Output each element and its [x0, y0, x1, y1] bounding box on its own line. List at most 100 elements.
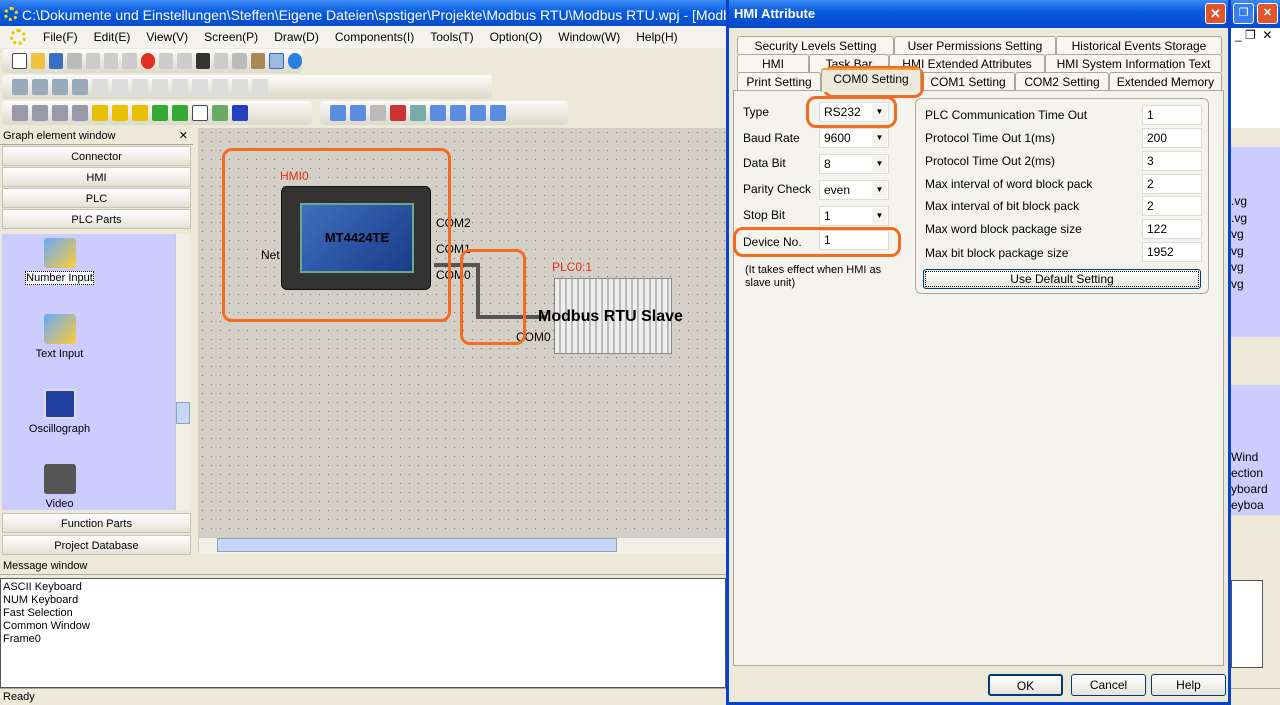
baud-rate-select[interactable]: 9600 ▼ [819, 128, 889, 148]
menu-components[interactable]: Components(I) [327, 30, 422, 44]
chevron-down-icon[interactable]: ▼ [872, 130, 887, 146]
align-right-icon[interactable] [32, 79, 48, 95]
help-button[interactable]: Help [1151, 674, 1226, 696]
menu-draw[interactable]: Draw(D) [266, 30, 327, 44]
cancel-button[interactable]: Cancel [1071, 674, 1146, 696]
part-number-input[interactable]: Number Input [2, 238, 117, 285]
file-item[interactable]: vg [1231, 276, 1280, 293]
align-bottom-icon[interactable] [72, 79, 88, 95]
menu-file[interactable]: File(F) [35, 30, 86, 44]
layout-icon[interactable] [92, 79, 108, 95]
page-icon[interactable] [212, 105, 228, 121]
menu-screen[interactable]: Screen(P) [196, 30, 266, 44]
stop-bit-select[interactable]: 1 ▼ [819, 206, 889, 226]
category-connector[interactable]: Connector [2, 146, 191, 166]
select-icon[interactable] [269, 53, 284, 69]
use-default-setting-button[interactable]: Use Default Setting [923, 269, 1201, 289]
tab-hmi[interactable]: HMI [737, 54, 809, 72]
screen-icon[interactable] [350, 105, 366, 121]
screen-icon[interactable] [330, 105, 346, 121]
list-item[interactable]: eyboa [1231, 497, 1280, 513]
tab-historical-events[interactable]: Historical Events Storage [1056, 36, 1222, 54]
find-icon[interactable] [195, 53, 210, 69]
save-icon[interactable] [48, 53, 64, 69]
menu-edit[interactable]: Edit(E) [86, 30, 139, 44]
menu-option[interactable]: Option(O) [482, 30, 551, 44]
layout-icon[interactable] [152, 79, 168, 95]
text-icon[interactable] [232, 105, 248, 121]
layout-icon[interactable] [212, 79, 228, 95]
open-icon[interactable] [30, 53, 45, 69]
tab-com1-setting[interactable]: COM1 Setting [921, 72, 1015, 90]
align-top-icon[interactable] [52, 79, 68, 95]
tab-print-setting[interactable]: Print Setting [737, 72, 821, 90]
part-text-input[interactable]: Text Input [2, 314, 117, 360]
tab-com0-setting[interactable]: COM0 Setting [821, 68, 921, 92]
component-icon[interactable] [32, 105, 48, 121]
category-project-database[interactable]: Project Database [2, 535, 191, 555]
image-icon[interactable] [152, 105, 168, 121]
delete-icon[interactable] [140, 53, 155, 69]
word-block-size-input[interactable]: 122 [1142, 219, 1202, 239]
parity-check-select[interactable]: even ▼ [819, 180, 889, 200]
duplicate-icon[interactable] [122, 53, 137, 69]
redo-icon[interactable] [158, 53, 174, 69]
part-oscillograph[interactable]: Oscillograph [2, 389, 117, 435]
parts-scrollbar[interactable] [175, 234, 190, 510]
download-icon[interactable] [390, 105, 406, 121]
protocol-timeout-1-input[interactable]: 200 [1142, 128, 1202, 148]
component-icon[interactable] [72, 105, 88, 121]
component-icon[interactable] [132, 105, 148, 121]
part-video[interactable]: Video [2, 464, 117, 510]
list-item[interactable]: ection [1231, 465, 1280, 481]
protocol-timeout-2-input[interactable]: 3 [1142, 151, 1202, 171]
dialog-close-button[interactable]: ✕ [1205, 3, 1226, 24]
design-canvas[interactable]: MT4424TE HMI0 Net COM2 COM1 COM0 PLC0:1 … [198, 128, 726, 538]
tab-user-permissions[interactable]: User Permissions Setting [894, 36, 1056, 54]
file-item[interactable]: .vg [1231, 193, 1280, 210]
window-icon[interactable] [450, 105, 466, 121]
simulate-icon[interactable] [410, 105, 426, 121]
close-button[interactable]: ✕ [1257, 3, 1278, 24]
category-function-parts[interactable]: Function Parts [2, 513, 191, 533]
menu-window[interactable]: Window(W) [550, 30, 628, 44]
category-plc-parts[interactable]: PLC Parts [2, 209, 191, 229]
word-interval-input[interactable]: 2 [1142, 174, 1202, 194]
file-item[interactable]: vg [1231, 243, 1280, 260]
chevron-down-icon[interactable]: ▼ [872, 208, 887, 224]
layout-icon[interactable] [132, 79, 148, 95]
screen-icon[interactable] [370, 105, 386, 121]
file-item[interactable]: .vg [1231, 210, 1280, 227]
canvas-horizontal-scrollbar[interactable] [198, 537, 726, 553]
plc-timeout-input[interactable]: 1 [1142, 105, 1202, 125]
tab-extended-memory[interactable]: Extended Memory [1109, 72, 1222, 90]
cut-icon[interactable] [67, 53, 82, 69]
print-preview-icon[interactable] [214, 53, 229, 69]
chevron-down-icon[interactable]: ▼ [872, 156, 887, 172]
window-icon[interactable] [430, 105, 446, 121]
mdi-restore-icon[interactable]: _ ❐ ✕ [1235, 28, 1273, 42]
menu-help[interactable]: Help(H) [628, 30, 685, 44]
window-icon[interactable] [470, 105, 486, 121]
page-icon[interactable] [192, 105, 208, 121]
new-icon[interactable] [12, 53, 27, 69]
tab-security-levels[interactable]: Security Levels Setting [737, 36, 894, 54]
music-icon[interactable] [112, 105, 128, 121]
data-bit-select[interactable]: 8 ▼ [819, 154, 889, 174]
file-item[interactable]: vg [1231, 259, 1280, 276]
tab-com2-setting[interactable]: COM2 Setting [1015, 72, 1109, 90]
layout-icon[interactable] [192, 79, 208, 95]
restore-button[interactable]: ❐ [1233, 3, 1254, 24]
component-icon[interactable] [12, 105, 28, 121]
lock-icon[interactable] [252, 79, 268, 95]
properties-icon[interactable] [250, 53, 266, 69]
menu-view[interactable]: View(V) [138, 30, 196, 44]
category-hmi[interactable]: HMI [2, 167, 191, 187]
layout-icon[interactable] [112, 79, 128, 95]
bit-block-size-input[interactable]: 1952 [1142, 242, 1202, 262]
menu-tools[interactable]: Tools(T) [422, 30, 481, 44]
window-icon[interactable] [490, 105, 506, 121]
list-item[interactable]: Wind [1231, 449, 1280, 465]
bit-interval-input[interactable]: 2 [1142, 196, 1202, 216]
align-left-icon[interactable] [12, 79, 28, 95]
